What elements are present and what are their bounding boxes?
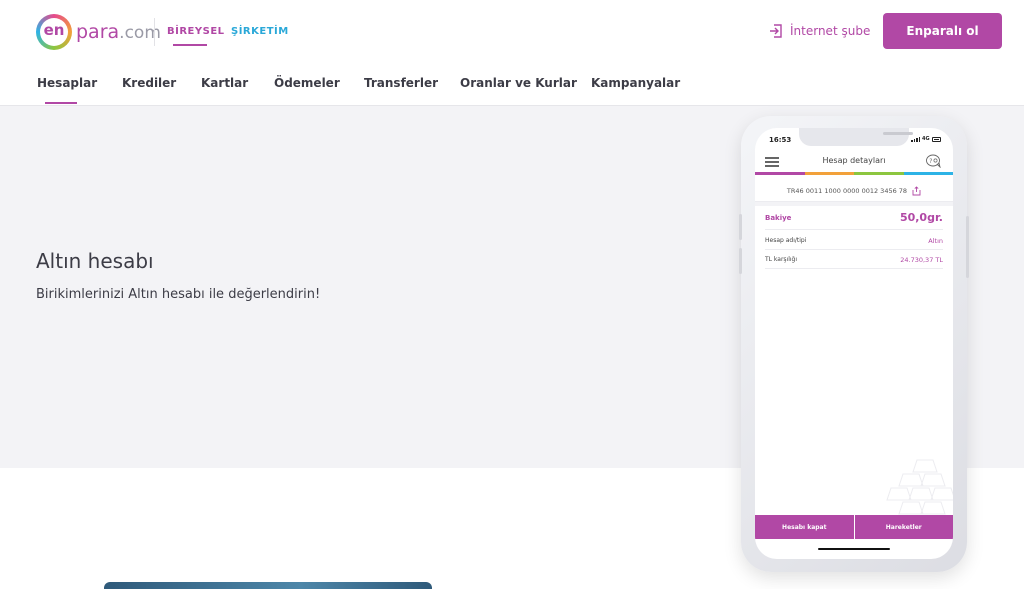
phone-volume-up [739, 214, 742, 240]
detail-label: Hesap adı/tipi [765, 237, 807, 244]
home-indicator [818, 548, 890, 550]
balance-value: 50,0gr. [899, 211, 943, 224]
status-time: 16:53 [769, 136, 792, 144]
internet-sube-label: İnternet şube [790, 24, 871, 38]
nav-item-transferler[interactable]: Transferler [364, 76, 438, 90]
help-chat-icon[interactable]: ? [925, 154, 943, 168]
transactions-button[interactable]: Hareketler [853, 515, 953, 539]
enparali-ol-button[interactable]: Enparalı ol [883, 13, 1002, 49]
nav-item-odemeler[interactable]: Ödemeler [274, 76, 340, 90]
logo-para-text: para [76, 21, 120, 43]
header-divider [154, 18, 155, 46]
page-title: Altın hesabı [36, 249, 154, 273]
balance-row: Bakiye 50,0gr. [765, 206, 943, 230]
internet-sube-link[interactable]: İnternet şube [768, 23, 870, 39]
battery-icon [931, 136, 941, 142]
phone-volume-down [739, 248, 742, 274]
nav-item-kartlar[interactable]: Kartlar [201, 76, 248, 90]
logo-wordmark: para.com [76, 21, 161, 43]
close-account-button[interactable]: Hesabı kapat [755, 515, 854, 539]
login-icon [770, 24, 782, 38]
segment-bireysel-link[interactable]: BİREYSEL [167, 26, 225, 46]
phone-notch [799, 128, 913, 146]
detail-row: Hesap adı/tipi Altın [765, 232, 943, 250]
phone-screen: 16:53 4G Hesap detayları ? TR46 0011 100… [755, 128, 953, 559]
segment-sirketim-link[interactable]: ŞİRKETİM [231, 26, 289, 37]
detail-value: 24.730,37 TL [900, 255, 943, 264]
brand-stripe [755, 172, 953, 175]
logo-badge-icon: en [36, 14, 72, 50]
network-type: 4G [922, 136, 930, 142]
svg-text:?: ? [929, 158, 932, 165]
iban-row: TR46 0011 1000 0000 0012 3456 78 [755, 180, 953, 202]
content-card-image [104, 582, 432, 589]
enpara-logo[interactable]: en para.com [36, 14, 161, 50]
signal-icon [911, 136, 920, 142]
status-indicators: 4G [911, 136, 941, 142]
phone-side-button [966, 216, 969, 278]
logo-en-text: en [43, 21, 65, 39]
site-header: en para.com BİREYSEL ŞİRKETİM İnternet ş… [0, 0, 1024, 106]
phone-speaker [883, 132, 913, 135]
nav-item-oranlar-ve-kurlar[interactable]: Oranlar ve Kurlar [460, 76, 577, 90]
hero-subtitle: Birikimlerinizi Altın hesabı ile değerle… [36, 287, 321, 302]
nav-item-hesaplar[interactable]: Hesaplar [37, 76, 97, 104]
detail-label: TL karşılığı [765, 256, 798, 263]
screen-action-bar: Hesabı kapat Hareketler [755, 515, 953, 539]
iban-text: TR46 0011 1000 0000 0012 3456 78 [786, 186, 908, 195]
app-header: Hesap detayları ? [755, 152, 953, 172]
app-title: Hesap detayları [822, 156, 886, 165]
phone-mockup: 16:53 4G Hesap detayları ? TR46 0011 100… [739, 116, 969, 572]
detail-row: TL karşılığı 24.730,37 TL [765, 251, 943, 269]
detail-value: Altın [928, 236, 943, 245]
nav-item-kampanyalar[interactable]: Kampanyalar [591, 76, 680, 90]
gold-bars-watermark-icon [886, 459, 953, 515]
share-icon[interactable] [912, 185, 921, 196]
balance-label: Bakiye [765, 213, 792, 222]
nav-item-krediler[interactable]: Krediler [122, 76, 176, 90]
